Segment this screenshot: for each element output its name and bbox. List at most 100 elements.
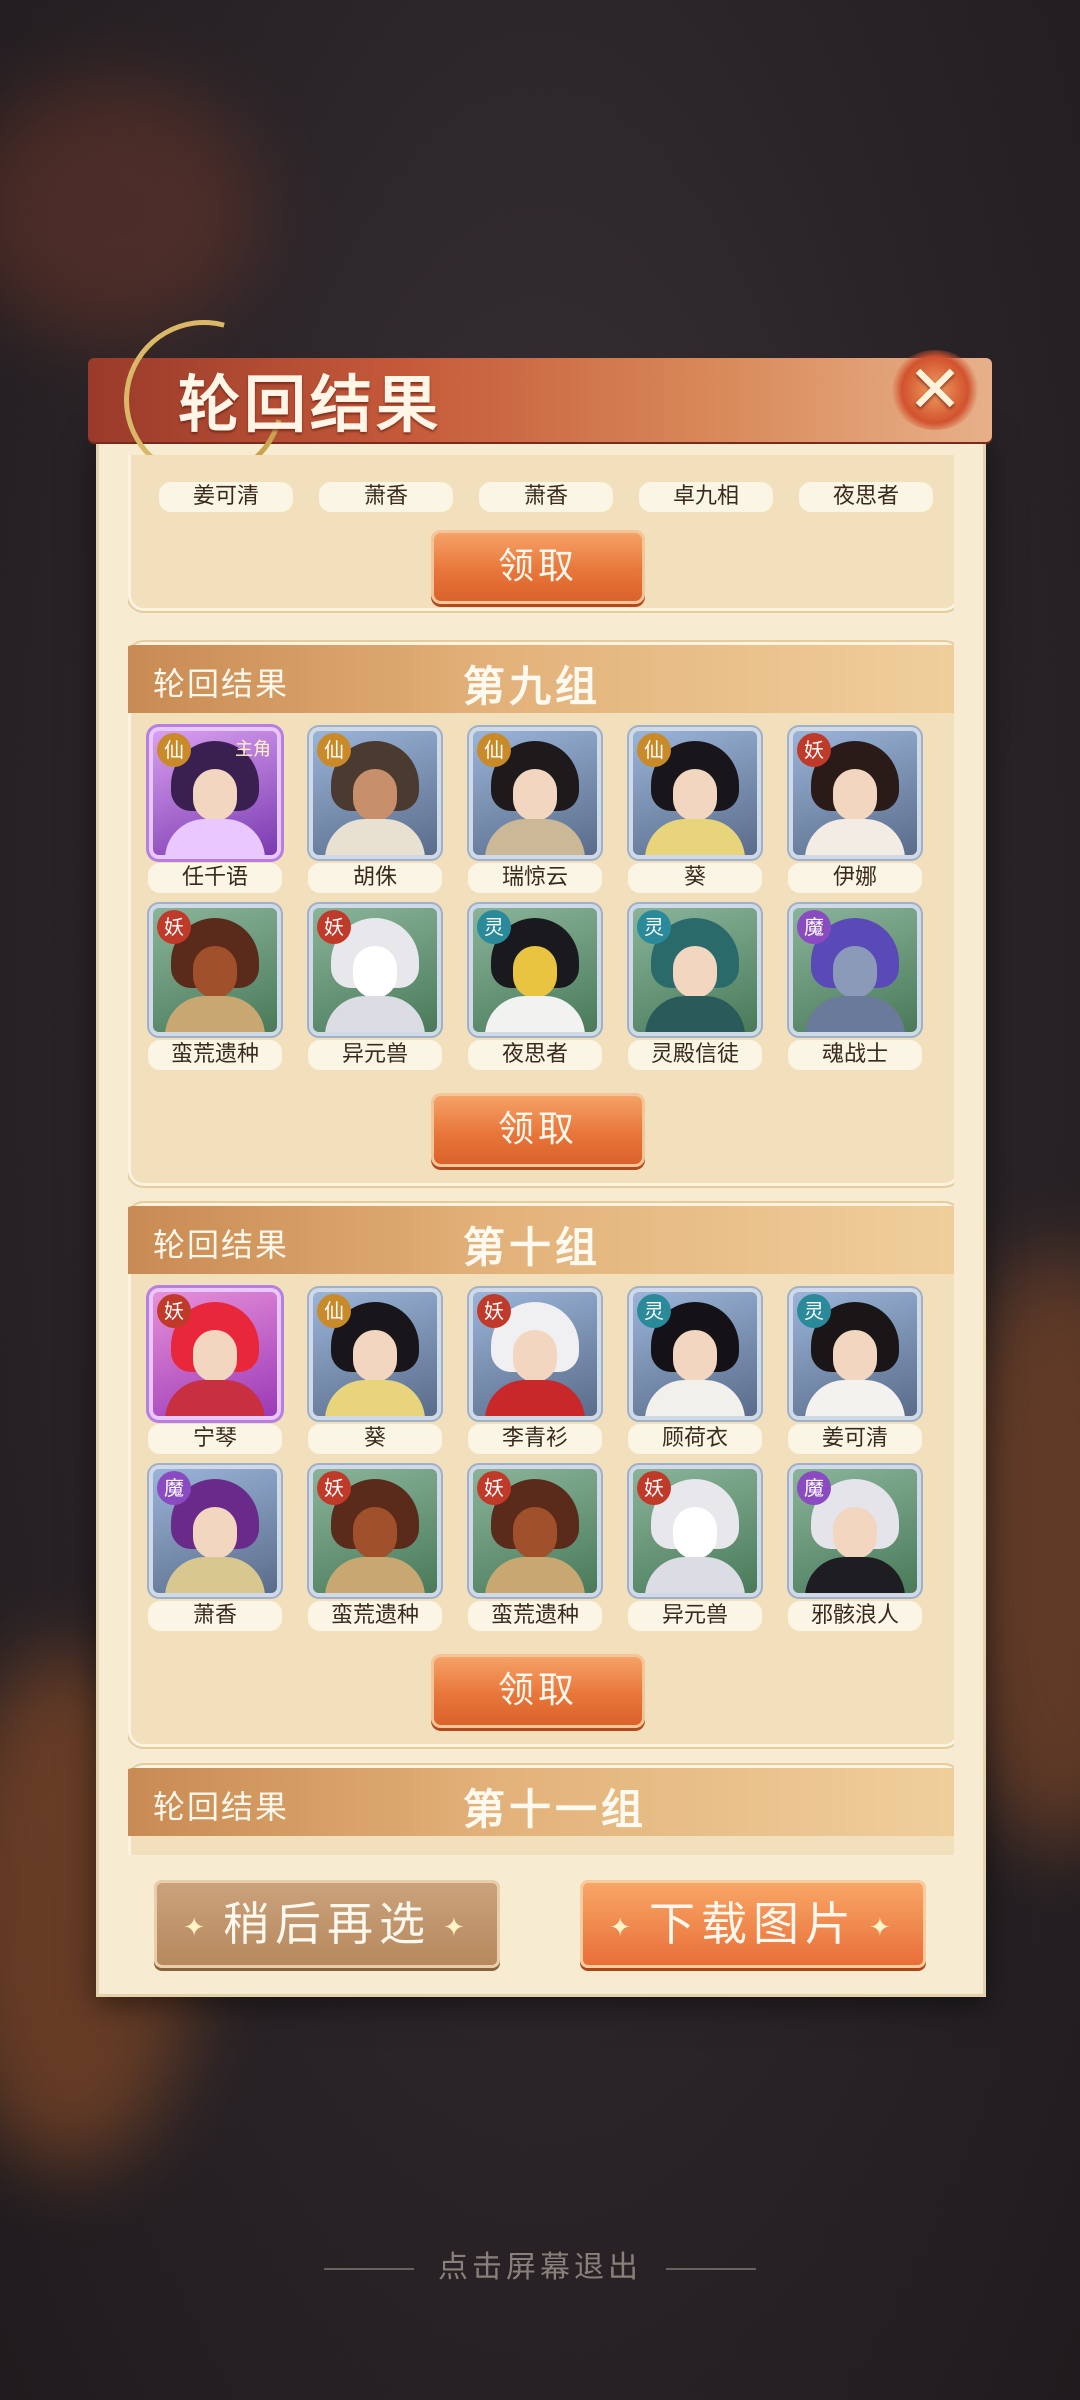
hero-name: 萧香 <box>148 1601 282 1631</box>
hero-portrait: 妖 <box>473 1292 597 1416</box>
hero-card[interactable]: 妖 宁琴 <box>148 1292 282 1454</box>
tap-to-exit-label: 点击屏幕退出 <box>438 2250 642 2285</box>
hero-card[interactable]: 妖 伊娜 <box>788 731 922 893</box>
results-scroll-list[interactable]: 姜可清 萧香 萧香 卓九相 夜思者 领取 轮回结果 第九组 仙 主角 任千语 仙 <box>128 455 954 1855</box>
result-card-group-9: 轮回结果 第九组 仙 主角 任千语 仙 胡侏 仙 瑞惊云 仙 葵 妖 伊娜 妖 … <box>128 642 954 1186</box>
hero-name: 瑞惊云 <box>468 863 602 893</box>
hero-name: 萧香 <box>319 482 453 512</box>
result-card-previous: 姜可清 萧香 萧香 卓九相 夜思者 领取 <box>128 455 954 611</box>
claim-button[interactable]: 领取 <box>431 1093 645 1167</box>
hero-name: 魂战士 <box>788 1040 922 1070</box>
card-header: 轮回结果 第十组 <box>128 1206 954 1274</box>
hero-name: 夜思者 <box>799 482 933 512</box>
claim-button[interactable]: 领取 <box>431 1654 645 1728</box>
hero-card[interactable]: 妖 异元兽 <box>628 1469 762 1631</box>
result-card-group-11: 轮回结果 第十一组 <box>128 1765 954 1855</box>
card-header-label: 轮回结果 <box>153 1788 290 1826</box>
faction-badge-icon: 妖 <box>317 1471 351 1505</box>
card-header: 轮回结果 第九组 <box>128 645 954 713</box>
hero-card[interactable]: 仙 葵 <box>308 1292 442 1454</box>
hero-portrait: 灵 <box>633 1292 757 1416</box>
hero-portrait: 妖 <box>153 908 277 1032</box>
close-button[interactable]: ✕ <box>880 340 990 440</box>
hero-name: 异元兽 <box>628 1601 762 1631</box>
hero-name: 葵 <box>628 863 762 893</box>
main-character-badge: 主角 <box>235 739 271 760</box>
hero-name: 姜可清 <box>788 1424 922 1454</box>
hero-name: 异元兽 <box>308 1040 442 1070</box>
hero-portrait: 妖 <box>793 731 917 855</box>
hero-name: 卓九相 <box>639 482 773 512</box>
group-title: 第十组 <box>463 1223 602 1272</box>
hero-name: 夜思者 <box>468 1040 602 1070</box>
download-image-button[interactable]: ✦ 下载图片 ✦ <box>580 1880 926 1968</box>
faction-badge-icon: 仙 <box>317 1294 351 1328</box>
hero-name: 萧香 <box>479 482 613 512</box>
divider <box>666 2268 756 2270</box>
hero-portrait: 仙 <box>313 1292 437 1416</box>
choose-later-label: 稍后再选 <box>223 1897 431 1951</box>
hero-card[interactable]: 妖 蛮荒遗种 <box>308 1469 442 1631</box>
hero-portrait: 魔 <box>793 1469 917 1593</box>
hero-name: 姜可清 <box>159 482 293 512</box>
hero-card[interactable]: 灵 姜可清 <box>788 1292 922 1454</box>
hero-card[interactable]: 仙 葵 <box>628 731 762 893</box>
hero-name: 宁琴 <box>148 1424 282 1454</box>
hero-card[interactable]: 仙 瑞惊云 <box>468 731 602 893</box>
faction-badge-icon: 灵 <box>637 910 671 944</box>
hero-name: 蛮荒遗种 <box>308 1601 442 1631</box>
claim-button[interactable]: 领取 <box>431 530 645 604</box>
faction-badge-icon: 仙 <box>157 733 191 767</box>
hero-card[interactable]: 灵 顾荷衣 <box>628 1292 762 1454</box>
hero-name: 葵 <box>308 1424 442 1454</box>
hero-portrait: 魔 <box>153 1469 277 1593</box>
hero-card[interactable]: 灵 灵殿信徒 <box>628 908 762 1070</box>
faction-badge-icon: 魔 <box>797 910 831 944</box>
result-card-group-10: 轮回结果 第十组 妖 宁琴 仙 葵 妖 李青衫 灵 顾荷衣 灵 姜可清 魔 萧香… <box>128 1203 954 1747</box>
faction-badge-icon: 灵 <box>797 1294 831 1328</box>
hero-card[interactable]: 妖 李青衫 <box>468 1292 602 1454</box>
hero-portrait: 魔 <box>793 908 917 1032</box>
card-header: 轮回结果 第十一组 <box>128 1768 954 1836</box>
hero-portrait: 妖 <box>153 1292 277 1416</box>
group-title: 第十一组 <box>463 1785 648 1834</box>
faction-badge-icon: 仙 <box>477 733 511 767</box>
hero-card[interactable]: 仙 主角 任千语 <box>148 731 282 893</box>
hero-name: 胡侏 <box>308 863 442 893</box>
faction-badge-icon: 妖 <box>157 910 191 944</box>
hero-portrait: 灵 <box>793 1292 917 1416</box>
hero-portrait: 妖 <box>473 1469 597 1593</box>
background-glow <box>0 80 260 340</box>
hero-card[interactable]: 魔 魂战士 <box>788 908 922 1070</box>
hero-card[interactable]: 妖 异元兽 <box>308 908 442 1070</box>
hero-portrait: 灵 <box>633 908 757 1032</box>
faction-badge-icon: 灵 <box>637 1294 671 1328</box>
hero-name: 伊娜 <box>788 863 922 893</box>
faction-badge-icon: 妖 <box>317 910 351 944</box>
hero-portrait: 妖 <box>313 908 437 1032</box>
hero-portrait: 仙 <box>473 731 597 855</box>
download-image-label: 下载图片 <box>649 1897 857 1951</box>
hero-portrait: 妖 <box>633 1469 757 1593</box>
close-icon: ✕ <box>907 351 963 428</box>
tap-to-exit-hint[interactable]: 点击屏幕退出 <box>0 2242 1080 2286</box>
faction-badge-icon: 妖 <box>637 1471 671 1505</box>
hero-portrait: 妖 <box>313 1469 437 1593</box>
hero-card[interactable]: 魔 邪骸浪人 <box>788 1469 922 1631</box>
hero-card[interactable]: 妖 蛮荒遗种 <box>148 908 282 1070</box>
card-header-label: 轮回结果 <box>153 1226 290 1264</box>
choose-later-button[interactable]: ✦ 稍后再选 ✦ <box>154 1880 500 1968</box>
hero-name: 灵殿信徒 <box>628 1040 762 1070</box>
diamond-icon: ✦ <box>443 1913 471 1943</box>
diamond-icon: ✦ <box>183 1913 211 1943</box>
hero-portrait: 仙 <box>313 731 437 855</box>
card-header-label: 轮回结果 <box>153 665 290 703</box>
faction-badge-icon: 妖 <box>477 1471 511 1505</box>
hero-card[interactable]: 灵 夜思者 <box>468 908 602 1070</box>
hero-portrait: 仙 <box>633 731 757 855</box>
hero-card[interactable]: 妖 蛮荒遗种 <box>468 1469 602 1631</box>
hero-card[interactable]: 魔 萧香 <box>148 1469 282 1631</box>
hero-card[interactable]: 仙 胡侏 <box>308 731 442 893</box>
faction-badge-icon: 妖 <box>477 1294 511 1328</box>
hero-name: 李青衫 <box>468 1424 602 1454</box>
